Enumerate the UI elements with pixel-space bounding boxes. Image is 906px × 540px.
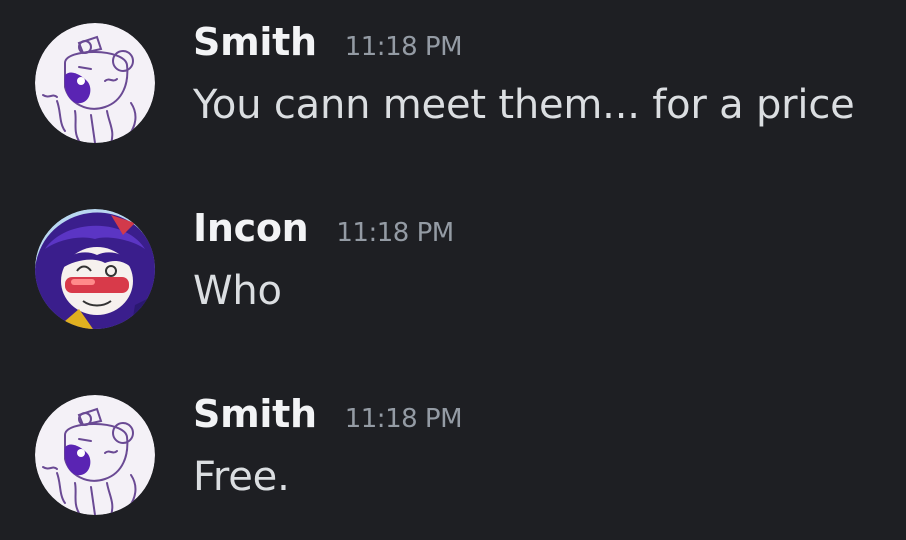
timestamp: 11:18 PM (336, 218, 454, 248)
timestamp: 11:18 PM (344, 404, 463, 434)
username[interactable]: Smith (193, 20, 317, 64)
username[interactable]: Incon (193, 206, 309, 250)
purple-guy-sketch-avatar-icon (35, 395, 155, 515)
avatar[interactable] (35, 395, 155, 515)
message-text: You cann meet them... for a price (193, 82, 855, 128)
username[interactable]: Smith (193, 392, 317, 436)
avatar[interactable] (35, 209, 155, 329)
message-text: Who (193, 268, 282, 314)
chat-message-list: Smith 11:18 PM You cann meet them... for… (0, 0, 906, 540)
chat-message: Smith 11:18 PM Free. (0, 372, 906, 522)
message-header: Smith 11:18 PM (193, 392, 463, 442)
message-text: Free. (193, 454, 290, 500)
purple-guy-sketch-avatar-icon (35, 23, 155, 143)
timestamp: 11:18 PM (344, 32, 463, 62)
avatar[interactable] (35, 23, 155, 143)
message-header: Incon 11:18 PM (193, 206, 454, 256)
chat-message: Incon 11:18 PM Who (0, 186, 906, 336)
chat-message: Smith 11:18 PM You cann meet them... for… (0, 0, 906, 150)
purple-hair-girl-avatar-icon (35, 209, 155, 329)
message-header: Smith 11:18 PM (193, 20, 463, 70)
